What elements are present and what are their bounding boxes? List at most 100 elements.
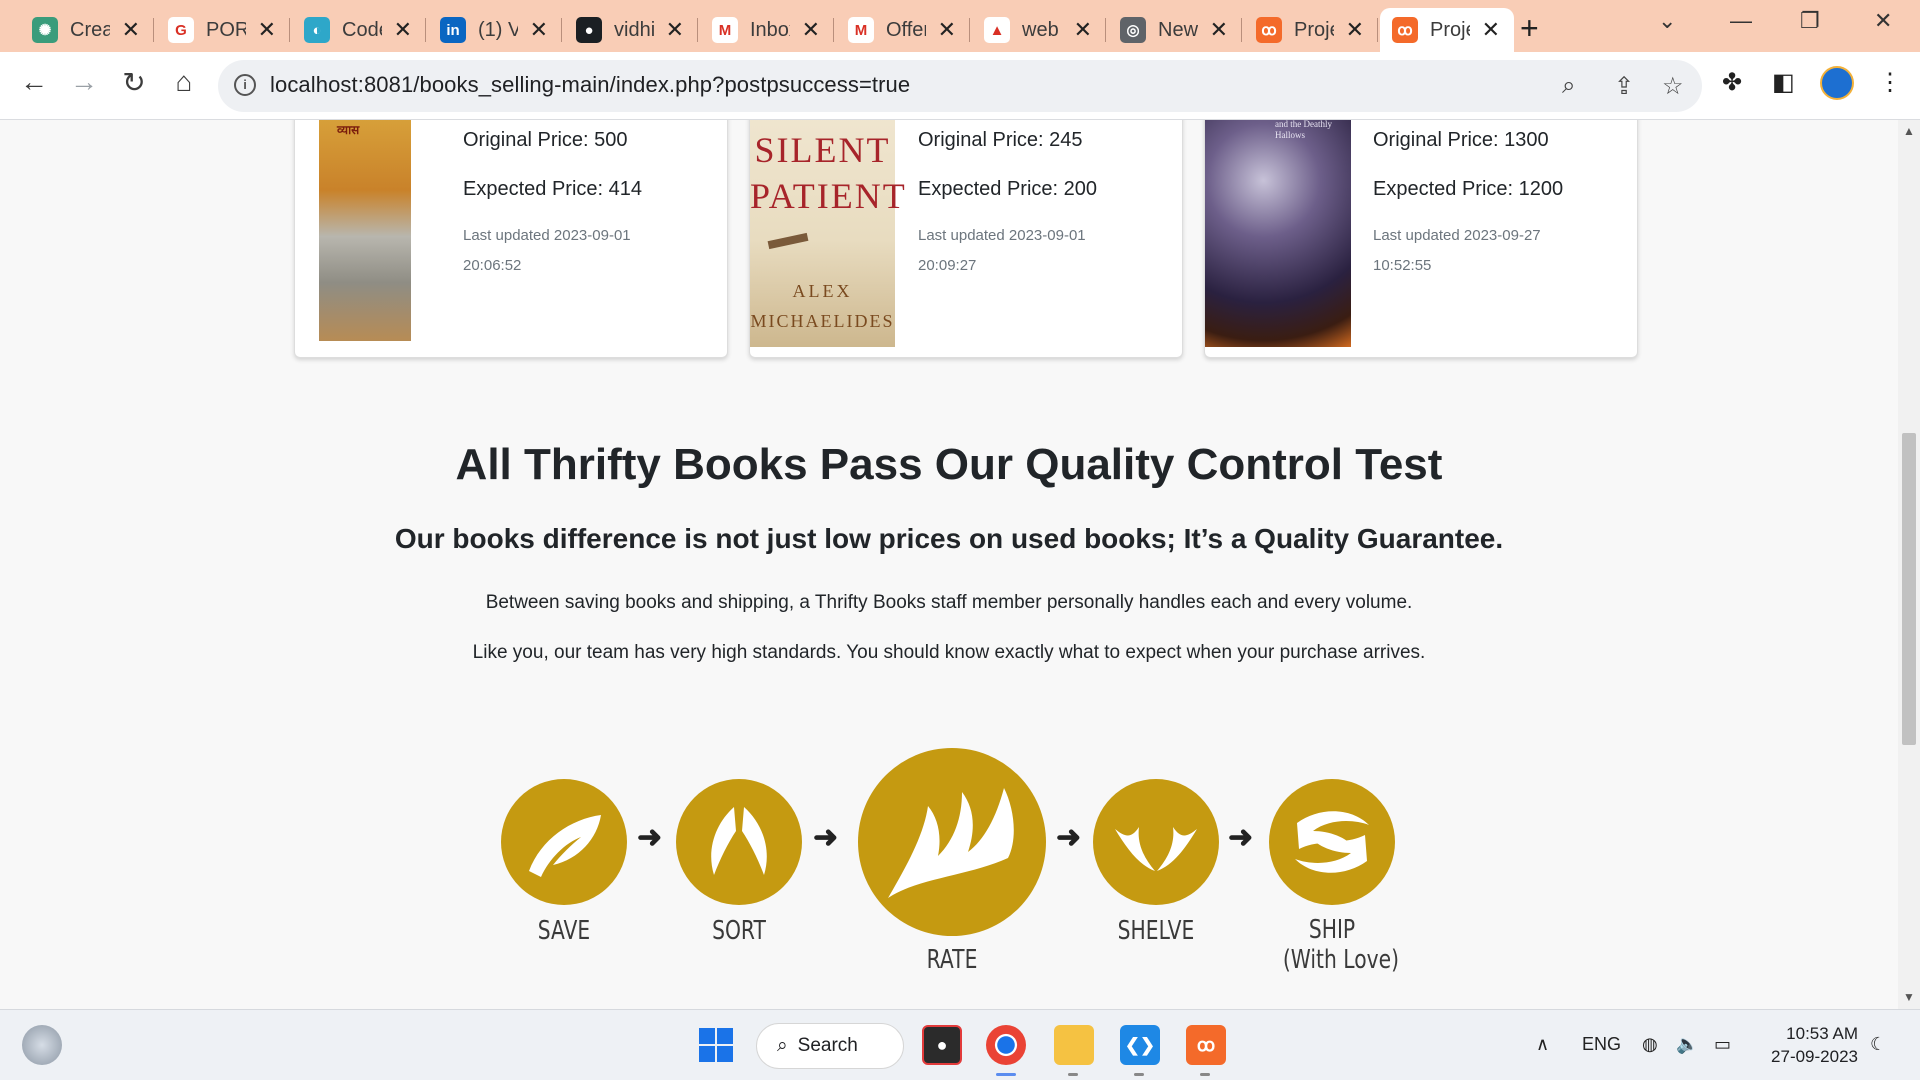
close-tab-icon[interactable]: ✕	[938, 17, 956, 43]
chrome-taskbar-icon[interactable]	[986, 1025, 1026, 1065]
last-updated: Last updated 2023-09-27 10:52:55	[1373, 227, 1541, 274]
browser-tab[interactable]: M Offer ✕	[836, 8, 970, 52]
battery-icon[interactable]: ▭	[1714, 1034, 1731, 1055]
step-label: SHIP	[1308, 915, 1356, 945]
close-tab-icon[interactable]: ✕	[394, 17, 412, 43]
file-explorer-icon[interactable]	[1054, 1025, 1094, 1065]
clock-time: 10:53 AM	[1786, 1024, 1858, 1043]
tab-separator	[833, 18, 834, 42]
bookmark-star-icon[interactable]: ☆	[1662, 72, 1684, 101]
app-indicator	[1134, 1073, 1144, 1076]
scroll-thumb[interactable]	[1902, 433, 1916, 745]
book-cover-title: PATIENT	[750, 176, 907, 216]
system-clock[interactable]: 10:53 AM 27-09-2023	[1762, 1022, 1858, 1068]
book-cover-text: व्यास	[337, 123, 360, 137]
chrome-icon: ◎	[1120, 17, 1146, 43]
close-tab-icon[interactable]: ✕	[258, 17, 276, 43]
tab-title: Project	[1430, 18, 1470, 41]
browser-tab[interactable]: ▲ web ✕	[972, 8, 1106, 52]
screen-recorder-icon[interactable]: ●	[922, 1025, 962, 1065]
close-tab-icon[interactable]: ✕	[1210, 17, 1228, 43]
scroll-down-arrow-icon[interactable]: ▼	[1903, 990, 1915, 1004]
tab-search-chevron-icon[interactable]: ⌄	[1658, 8, 1676, 34]
url-text: localhost:8081/books_selling-main/index.…	[270, 72, 911, 97]
browser-tab[interactable]: in (1) Vidhi ✕	[428, 8, 562, 52]
notification-moon-icon[interactable]: ☾	[1870, 1034, 1886, 1055]
address-bar[interactable]: i localhost:8081/books_selling-main/inde…	[218, 60, 1702, 112]
browser-toolbar: ← → ↻ ⌂ i localhost:8081/books_selling-m…	[0, 52, 1920, 120]
last-updated: Last updated 2023-09-01 20:09:27	[918, 227, 1086, 274]
arrow-right-icon: ➜	[813, 821, 839, 854]
home-button[interactable]: ⌂	[166, 66, 202, 98]
tab-separator	[697, 18, 698, 42]
browser-tab[interactable]: M Inbox ✕	[700, 8, 834, 52]
close-tab-icon[interactable]: ✕	[1074, 17, 1092, 43]
step-label: SORT	[712, 916, 766, 946]
tray-chevron-up-icon[interactable]: ∧	[1536, 1034, 1549, 1055]
weather-widget-icon[interactable]	[22, 1025, 62, 1065]
book-card[interactable]: व्यास Original Price: 500 Expected Price…	[294, 120, 728, 358]
tab-strip: ✺ Create ✕ G PORTFOLIO ✕ ◐ Codeium ✕ in (1) Vidhi ✕…	[0, 0, 1920, 52]
step-save: SAVE	[501, 779, 627, 947]
back-button[interactable]: ←	[16, 66, 52, 98]
browser-tab[interactable]: G PORTFOLIO ✕	[156, 8, 290, 52]
tab-title: Offer	[886, 18, 926, 41]
browser-tab[interactable]: ◐ Codeium ✕	[292, 8, 426, 52]
rating-hand-icon	[858, 748, 1046, 936]
browser-tab[interactable]: ꝏ Project ✕	[1380, 8, 1514, 52]
book-cover-image[interactable]: and the Deathly Hallows	[1205, 120, 1351, 347]
new-tab-button[interactable]: +	[1520, 10, 1539, 47]
github-icon: ●	[576, 17, 602, 43]
site-info-icon[interactable]: i	[234, 74, 256, 96]
xampp-taskbar-icon[interactable]: ꝏ	[1186, 1025, 1226, 1065]
step-label: SAVE	[537, 916, 591, 946]
restore-button[interactable]: ❐	[1800, 8, 1820, 34]
close-tab-icon[interactable]: ✕	[122, 17, 140, 43]
book-card[interactable]: SILENT PATIENT ALEX MICHAELIDES Original…	[749, 120, 1183, 358]
close-tab-icon[interactable]: ✕	[530, 17, 548, 43]
language-indicator[interactable]: ENG	[1582, 1034, 1621, 1055]
gmail-icon: M	[712, 17, 738, 43]
profile-avatar[interactable]	[1820, 66, 1854, 100]
browser-tab[interactable]: ✺ Create ✕	[20, 8, 154, 52]
shelving-hands-icon	[1093, 779, 1219, 905]
browser-tab[interactable]: ◎ New Tab ✕	[1108, 8, 1242, 52]
forward-button[interactable]: →	[66, 66, 102, 98]
browser-tab[interactable]: ● vidhi ✕	[564, 8, 698, 52]
taskbar-search[interactable]: ⌕ Search	[756, 1023, 904, 1069]
extensions-icon[interactable]: ✤	[1722, 68, 1742, 97]
close-tab-icon[interactable]: ✕	[666, 17, 684, 43]
tab-title: New Tab	[1158, 18, 1198, 41]
original-price: Original Price: 1300	[1373, 129, 1549, 151]
book-cover-image[interactable]: व्यास	[319, 120, 411, 341]
book-card[interactable]: and the Deathly Hallows Original Price: …	[1204, 120, 1638, 358]
minimize-button[interactable]: —	[1730, 8, 1752, 34]
google-drive-icon: ▲	[984, 17, 1010, 43]
close-window-button[interactable]: ✕	[1874, 8, 1892, 34]
menu-kebab-icon[interactable]: ⋮	[1878, 68, 1902, 97]
vscode-icon[interactable]: ❮❯	[1120, 1025, 1160, 1065]
original-price: Original Price: 500	[463, 129, 628, 151]
tab-title: Codeium	[342, 18, 382, 41]
zoom-icon[interactable]: ⌕	[1562, 72, 1575, 100]
side-panel-icon[interactable]: ◧	[1772, 68, 1795, 97]
close-tab-icon[interactable]: ✕	[1482, 17, 1500, 43]
reload-button[interactable]: ↻	[116, 66, 152, 99]
share-icon[interactable]: ⇪	[1614, 72, 1634, 101]
close-tab-icon[interactable]: ✕	[802, 17, 820, 43]
section-subtitle: Our books difference is not just low pri…	[394, 523, 1504, 554]
close-tab-icon[interactable]: ✕	[1346, 17, 1364, 43]
windows-start-icon[interactable]	[696, 1025, 736, 1065]
book-cover-text: and the Deathly Hallows	[1275, 120, 1332, 140]
book-cover-author: ALEX	[792, 281, 853, 301]
network-icon[interactable]: ◍	[1642, 1034, 1658, 1055]
book-cover-image[interactable]: SILENT PATIENT ALEX MICHAELIDES	[750, 120, 907, 347]
tab-title: web	[1022, 18, 1059, 41]
gmail-icon: M	[848, 17, 874, 43]
scroll-up-arrow-icon[interactable]: ▲	[1903, 124, 1915, 138]
tab-separator	[561, 18, 562, 42]
page-scrollbar[interactable]: ▲ ▼	[1898, 120, 1920, 1009]
codeium-icon: ◐	[304, 17, 330, 43]
volume-icon[interactable]: 🔈	[1676, 1034, 1698, 1055]
browser-tab[interactable]: ꝏ Project ✕	[1244, 8, 1378, 52]
